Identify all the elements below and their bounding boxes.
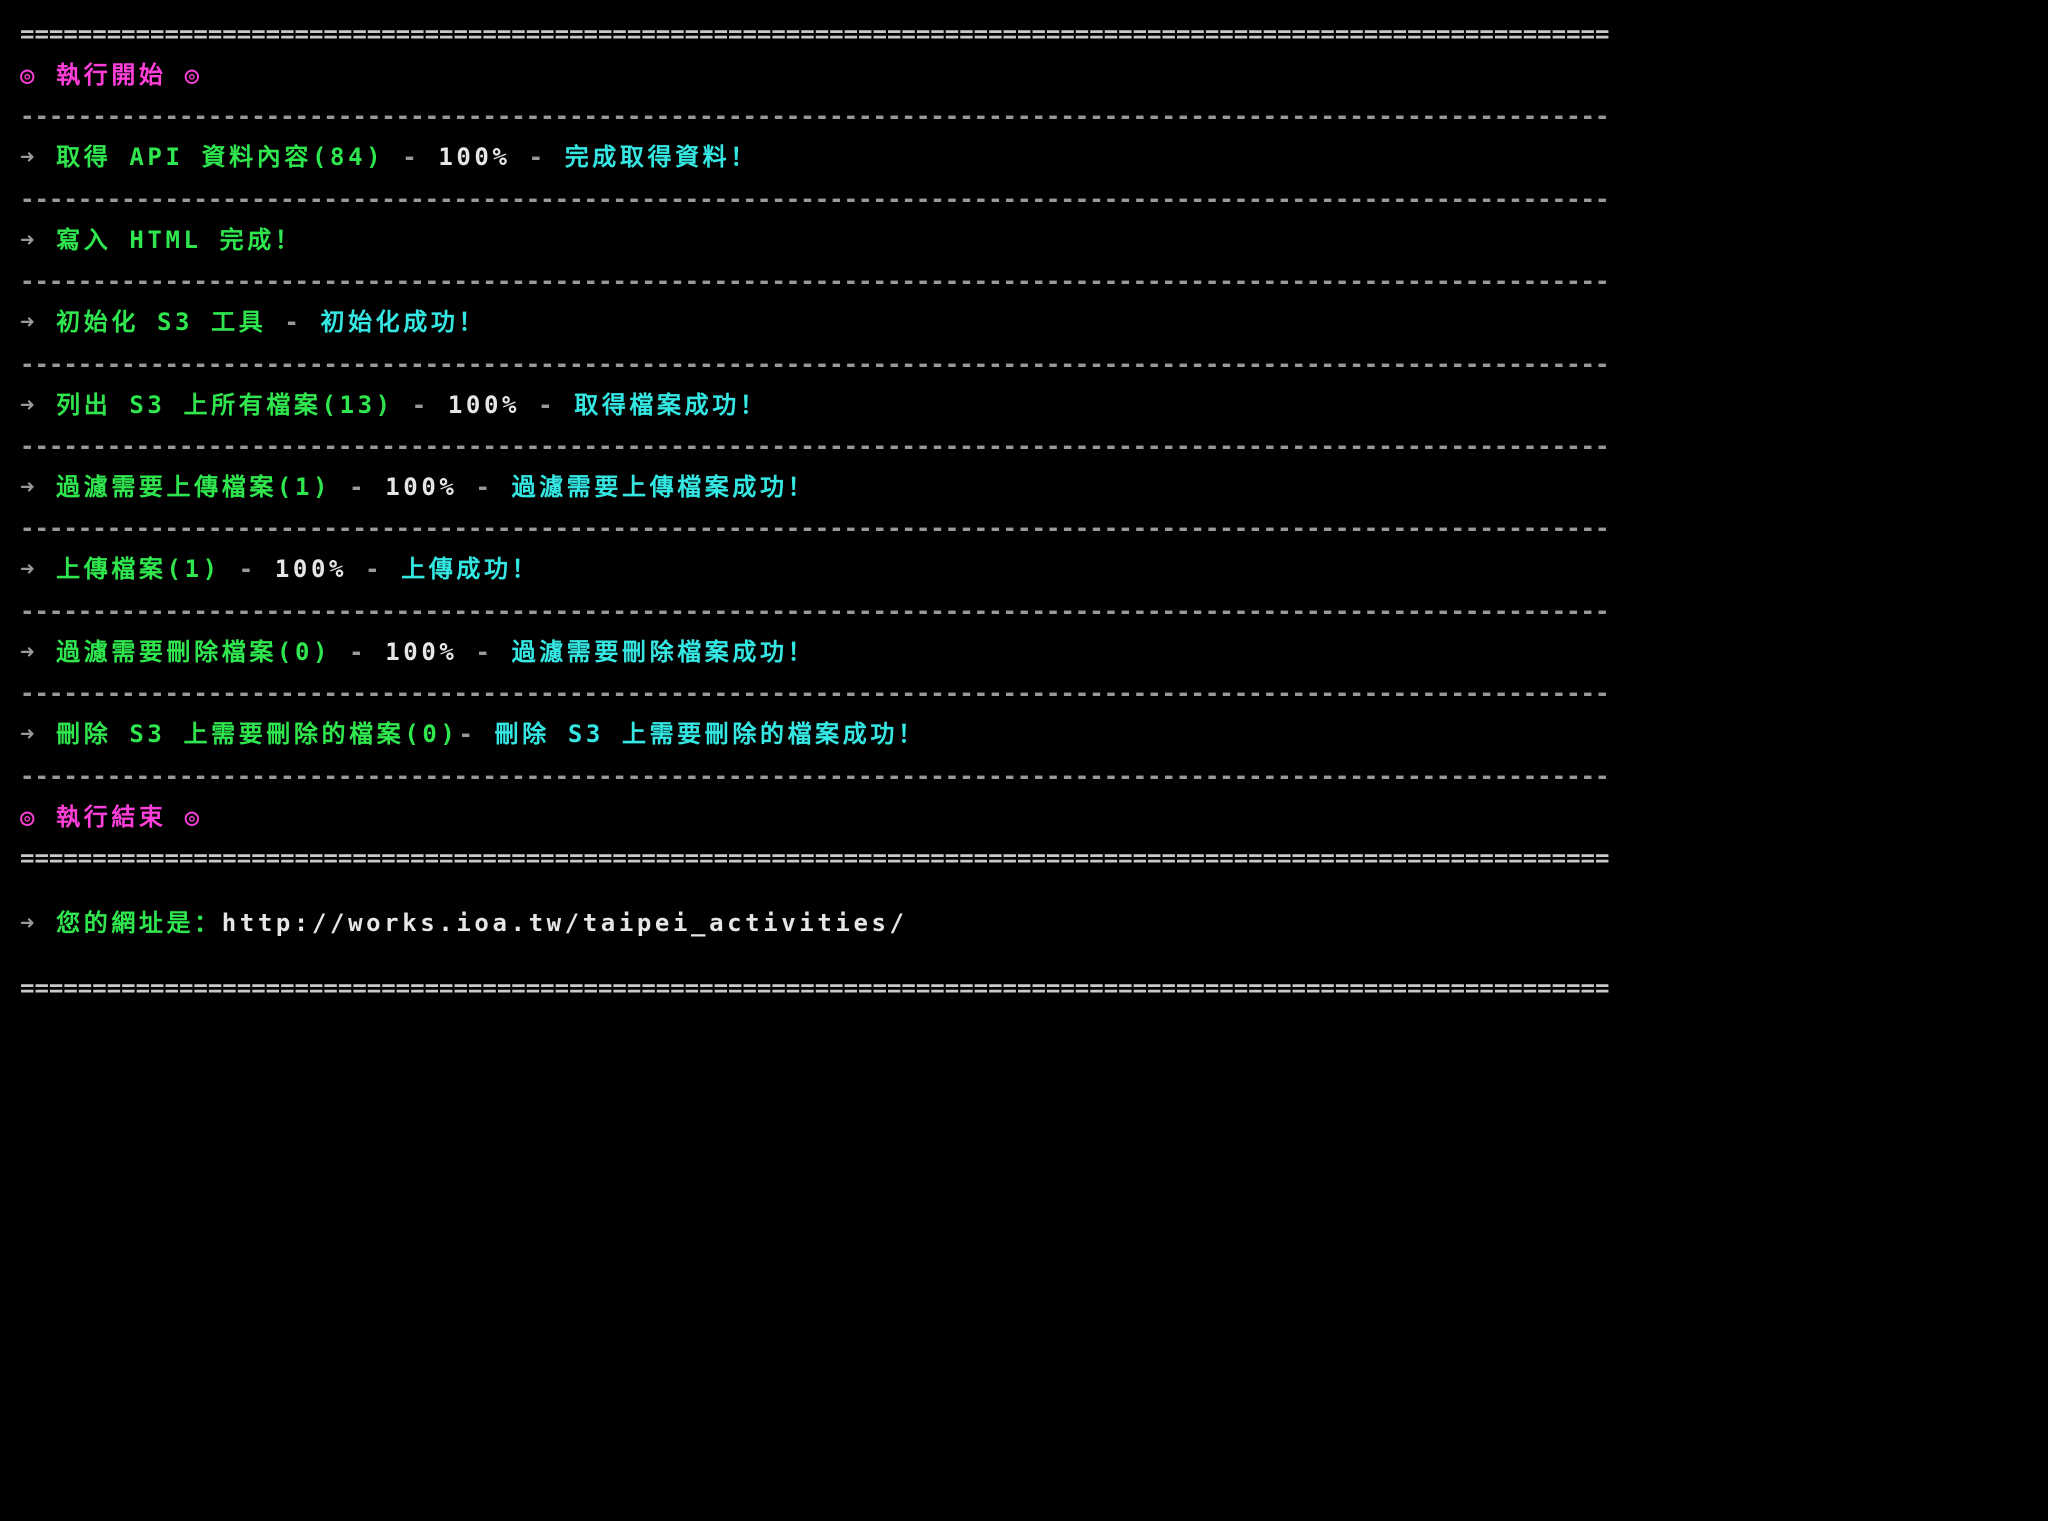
separator: - — [394, 391, 448, 419]
step-status: 完成取得資料！ — [565, 143, 758, 171]
separator: - — [221, 555, 275, 583]
step-line: ➜ 上傳檔案(1) - 100% - 上傳成功！ — [20, 550, 2028, 588]
blank-line — [20, 876, 2028, 896]
divider-dash: ----------------------------------------… — [20, 102, 2028, 130]
arrow-icon: ➜ — [20, 308, 38, 336]
step-task: 列出 S3 上所有檔案(13) — [56, 391, 394, 419]
separator: - — [384, 143, 438, 171]
divider-double: ========================================… — [20, 974, 2028, 1002]
step-status: 過濾需要刪除檔案成功！ — [512, 638, 816, 666]
step-task: 取得 API 資料內容(84) — [56, 143, 384, 171]
step-line: ➜ 列出 S3 上所有檔案(13) - 100% - 取得檔案成功！ — [20, 386, 2028, 424]
step-status: 過濾需要上傳檔案成功！ — [512, 473, 816, 501]
step-task: 過濾需要刪除檔案(0) — [56, 638, 331, 666]
divider-double: ========================================… — [20, 844, 2028, 872]
step-percent: 100% — [385, 473, 457, 501]
separator: - — [331, 638, 385, 666]
arrow-icon: ➜ — [20, 391, 38, 419]
separator: - — [457, 473, 511, 501]
separator: - — [347, 555, 401, 583]
url-line: ➜ 您的網址是：http://works.ioa.tw/taipei_activ… — [20, 904, 2028, 942]
arrow-icon: ➜ — [20, 720, 38, 748]
blank-line — [20, 950, 2028, 970]
separator: - — [511, 143, 565, 171]
arrow-icon: ➜ — [20, 473, 38, 501]
divider-double: ========================================… — [20, 20, 2028, 48]
divider-dash: ----------------------------------------… — [20, 267, 2028, 295]
step-status: 取得檔案成功！ — [574, 391, 767, 419]
divider-dash: ----------------------------------------… — [20, 350, 2028, 378]
separator: - — [266, 308, 320, 336]
step-line: ➜ 寫入 HTML 完成！ — [20, 221, 2028, 259]
step-line: ➜ 初始化 S3 工具 - 初始化成功！ — [20, 303, 2028, 341]
step-task: 寫入 HTML 完成！ — [56, 226, 302, 254]
divider-dash: ----------------------------------------… — [20, 597, 2028, 625]
step-task: 初始化 S3 工具 — [56, 308, 266, 336]
separator: - — [457, 638, 511, 666]
url-value: http://works.ioa.tw/taipei_activities/ — [222, 909, 908, 937]
footer-line: ◎ 執行結束 ◎ — [20, 798, 2028, 836]
footer-title: 執行結束 — [56, 803, 166, 831]
step-percent: 100% — [275, 555, 347, 583]
separator: - — [331, 473, 385, 501]
divider-dash: ----------------------------------------… — [20, 185, 2028, 213]
bullet-icon: ◎ — [20, 803, 38, 831]
url-label: 您的網址是： — [56, 909, 222, 937]
arrow-icon: ➜ — [20, 226, 38, 254]
step-percent: 100% — [448, 391, 520, 419]
separator: - — [520, 391, 574, 419]
step-task: 刪除 S3 上需要刪除的檔案(0) — [56, 720, 458, 748]
divider-dash: ----------------------------------------… — [20, 762, 2028, 790]
step-line: ➜ 取得 API 資料內容(84) - 100% - 完成取得資料！ — [20, 138, 2028, 176]
bullet-icon: ◎ — [185, 61, 203, 89]
separator: - — [458, 720, 494, 748]
bullet-icon: ◎ — [20, 61, 38, 89]
step-status: 刪除 S3 上需要刪除的檔案成功！ — [495, 720, 926, 748]
bullet-icon: ◎ — [185, 803, 203, 831]
step-percent: 100% — [385, 638, 457, 666]
arrow-icon: ➜ — [20, 143, 38, 171]
step-status: 上傳成功！ — [401, 555, 539, 583]
divider-dash: ----------------------------------------… — [20, 679, 2028, 707]
header-title: 執行開始 — [56, 61, 166, 89]
arrow-icon: ➜ — [20, 909, 38, 937]
divider-dash: ----------------------------------------… — [20, 432, 2028, 460]
step-line: ➜ 過濾需要上傳檔案(1) - 100% - 過濾需要上傳檔案成功！ — [20, 468, 2028, 506]
header-line: ◎ 執行開始 ◎ — [20, 56, 2028, 94]
arrow-icon: ➜ — [20, 638, 38, 666]
arrow-icon: ➜ — [20, 555, 38, 583]
step-percent: 100% — [438, 143, 510, 171]
step-status: 初始化成功！ — [320, 308, 486, 336]
step-line: ➜ 刪除 S3 上需要刪除的檔案(0)- 刪除 S3 上需要刪除的檔案成功！ — [20, 715, 2028, 753]
step-task: 過濾需要上傳檔案(1) — [56, 473, 331, 501]
step-task: 上傳檔案(1) — [56, 555, 221, 583]
step-line: ➜ 過濾需要刪除檔案(0) - 100% - 過濾需要刪除檔案成功！ — [20, 633, 2028, 671]
divider-dash: ----------------------------------------… — [20, 514, 2028, 542]
